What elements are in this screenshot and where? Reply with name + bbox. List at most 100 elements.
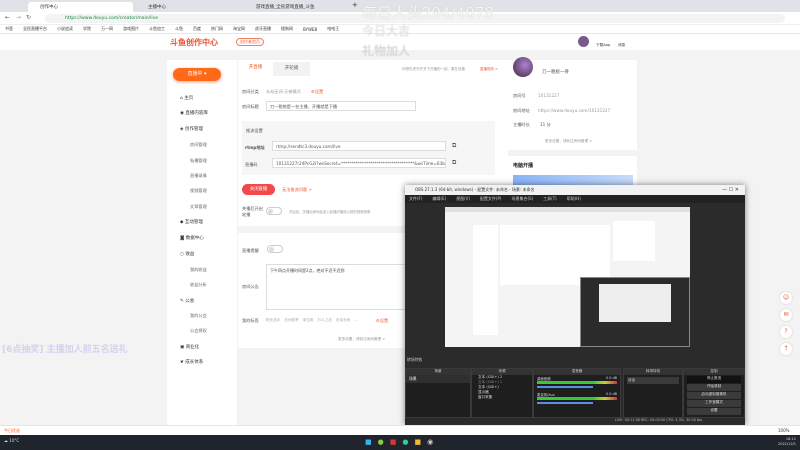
back-icon[interactable]: ←: [5, 14, 10, 21]
room-number: 10131227: [538, 93, 560, 98]
bookmark[interactable]: 哈哈王: [327, 26, 339, 32]
sidebar-item-data[interactable]: ◙ 数据中心: [180, 235, 204, 241]
bookmark[interactable]: 虎牙直播: [255, 26, 271, 32]
close-live-button[interactable]: 关闭直播: [242, 184, 275, 195]
bookmark[interactable]: 小说追读: [57, 26, 73, 32]
tab-start-live[interactable]: 开直播: [238, 60, 273, 76]
app-icon[interactable]: ■: [390, 438, 397, 446]
app-icon[interactable]: ●: [378, 438, 384, 446]
sidebar-item-income[interactable]: ○ 收益: [180, 251, 194, 257]
sidebar-sub-video[interactable]: 视频管理: [190, 188, 207, 194]
obs-icon[interactable]: ◉: [427, 438, 433, 446]
feedback-icon[interactable]: ☺: [780, 292, 792, 304]
tab-carousel[interactable]: 开轮播: [273, 62, 310, 76]
stream-key-input[interactable]: 10131227r24PcG2l?wsSecret=**************…: [272, 158, 446, 168]
obs-menu-item[interactable]: 文件(F): [409, 196, 422, 202]
app-icon[interactable]: ●: [402, 438, 408, 446]
bookmark[interactable]: 百度: [193, 26, 201, 32]
rules-link[interactable]: 直播规则 >: [480, 67, 498, 72]
tags-set-link[interactable]: ⚙设置: [376, 318, 388, 324]
sidebar-sub-guild-auth[interactable]: 公会授权: [190, 328, 207, 334]
sidebar-item-manage[interactable]: ◈ 创作管理: [180, 126, 203, 132]
help-icon[interactable]: ?: [780, 326, 792, 338]
obs-preview[interactable]: [445, 207, 690, 347]
room-address[interactable]: https://www.douyu.com/10131227: [538, 108, 610, 113]
sidebar-sub-article[interactable]: 文章管理: [190, 204, 207, 210]
tab-game[interactable]: 游戏直播_全民游戏直播_斗鱼: [244, 2, 349, 12]
tab-anchor[interactable]: 主播中心: [136, 2, 241, 12]
sidebar-sub-my-guild[interactable]: 我的公会: [190, 313, 207, 319]
window-controls-icon[interactable]: — ☐ ✕: [722, 187, 739, 193]
source-item[interactable]: 窗口采集: [472, 395, 532, 400]
notice-toggle[interactable]: [267, 245, 283, 253]
forward-icon[interactable]: →: [16, 14, 21, 21]
sidebar-sub-private[interactable]: 私播管理: [190, 158, 207, 164]
profile-more-link[interactable]: 更多设置，请前往房间管理 >: [545, 139, 592, 144]
virtual-camera-button[interactable]: 启动虚拟摄像机: [687, 392, 741, 399]
obs-menu-item[interactable]: 工具(T): [543, 196, 557, 202]
bookmark[interactable]: 游戏图片: [123, 26, 139, 32]
tag: 职业选手: [266, 318, 281, 322]
weather[interactable]: ☁ 10°C: [4, 438, 19, 443]
download-app-link[interactable]: 下载App: [596, 43, 610, 48]
sidebar-item-guild[interactable]: ✎ 公会: [180, 298, 194, 304]
sidebar-sub-room[interactable]: 房间管理: [190, 142, 207, 148]
new-tab-button[interactable]: +: [352, 1, 358, 9]
category-set-link[interactable]: ⚙设置: [311, 89, 323, 95]
volume-slider[interactable]: [537, 386, 593, 388]
bookmark[interactable]: 学院: [83, 26, 91, 32]
room-title-input[interactable]: 刀一税统是一名主播、开播就是下播: [266, 101, 416, 111]
settings-button[interactable]: 设置: [687, 408, 741, 415]
app-icon[interactable]: ■: [414, 438, 421, 446]
volume-slider[interactable]: [537, 402, 593, 404]
scene-item[interactable]: 场景: [406, 375, 470, 383]
sidebar-item-home[interactable]: ⌂ 主页: [180, 95, 193, 101]
bookmark[interactable]: 斗鱼: [175, 26, 183, 32]
sidebar-item-interact[interactable]: ◆ 互动管理: [180, 219, 203, 225]
obs-menu-item[interactable]: 编辑(E): [432, 196, 446, 202]
start-recording-button[interactable]: 开始录制: [687, 384, 741, 391]
sidebar-sub-my-income[interactable]: 我的收益: [190, 267, 207, 273]
zoom-level[interactable]: 100%: [778, 428, 789, 433]
more-settings-link[interactable]: 更多设置，请前往房间管理 >: [338, 337, 385, 342]
bookmark[interactable]: 全民直播平台: [23, 26, 47, 32]
chat-icon[interactable]: ✉: [780, 309, 792, 321]
bookmark[interactable]: BYWEB: [303, 27, 317, 32]
bookmark[interactable]: 淘宝网: [233, 26, 245, 32]
obs-menu-item[interactable]: 场景集合(S): [511, 196, 533, 202]
bookmark[interactable]: 斗鱼加工: [149, 26, 165, 32]
obs-menu-item[interactable]: 配置文件(P): [480, 196, 502, 202]
live-duration: 11 分: [540, 122, 551, 127]
stop-streaming-button[interactable]: 停止推流: [687, 376, 741, 383]
copy-icon[interactable]: ⧉: [452, 142, 456, 150]
sidebar-item-library[interactable]: ◉ 直播内容库: [180, 110, 208, 116]
copy-icon[interactable]: ⧉: [452, 159, 456, 167]
back-to-top-icon[interactable]: ↑: [780, 343, 792, 355]
messages-link[interactable]: 消息: [618, 43, 625, 48]
tab-creator[interactable]: 创作中心: [28, 2, 133, 12]
reload-icon[interactable]: ↻: [26, 14, 31, 21]
creator-home-button[interactable]: 创作者首页: [236, 38, 264, 46]
push-help-link[interactable]: 无法推流问题 >: [282, 187, 312, 193]
rtmp-url-input[interactable]: rtmp://sendtc3.douyu.com/live: [272, 141, 446, 151]
start-icon[interactable]: ■: [365, 438, 372, 446]
clock[interactable]: 16:12 2022/12/1: [778, 437, 796, 447]
bookmark[interactable]: 万一网: [101, 26, 113, 32]
studio-mode-button[interactable]: 工作室模式: [687, 400, 741, 407]
auto-carousel-toggle[interactable]: [266, 207, 282, 215]
bookmark[interactable]: 搜狗网: [281, 26, 293, 32]
announcement-textarea[interactable]: 下午四点开播时间是2点，绝对不迟不迟到: [266, 264, 408, 310]
bookmark[interactable]: 热门网: [211, 26, 223, 32]
sidebar-sub-income-analysis[interactable]: 收益分析: [190, 282, 207, 288]
obs-menu-item[interactable]: 帮助(H): [567, 196, 581, 202]
sidebar-item-business[interactable]: ▣ 商业化: [180, 344, 199, 350]
live-status-button[interactable]: 直播中 ▾: [173, 68, 221, 81]
today-picks[interactable]: 今日优选: [4, 428, 20, 434]
obs-menu-item[interactable]: 视图(V): [456, 196, 470, 202]
avatar[interactable]: [578, 36, 589, 47]
transition-select[interactable]: 淡出: [627, 377, 679, 384]
logo[interactable]: 斗鱼创作中心: [170, 37, 218, 48]
sidebar-item-growth[interactable]: ❦ 成长体系: [180, 359, 203, 365]
sidebar-sub-recording[interactable]: 直播录像: [190, 173, 207, 179]
bookmark[interactable]: 书签: [5, 26, 13, 32]
